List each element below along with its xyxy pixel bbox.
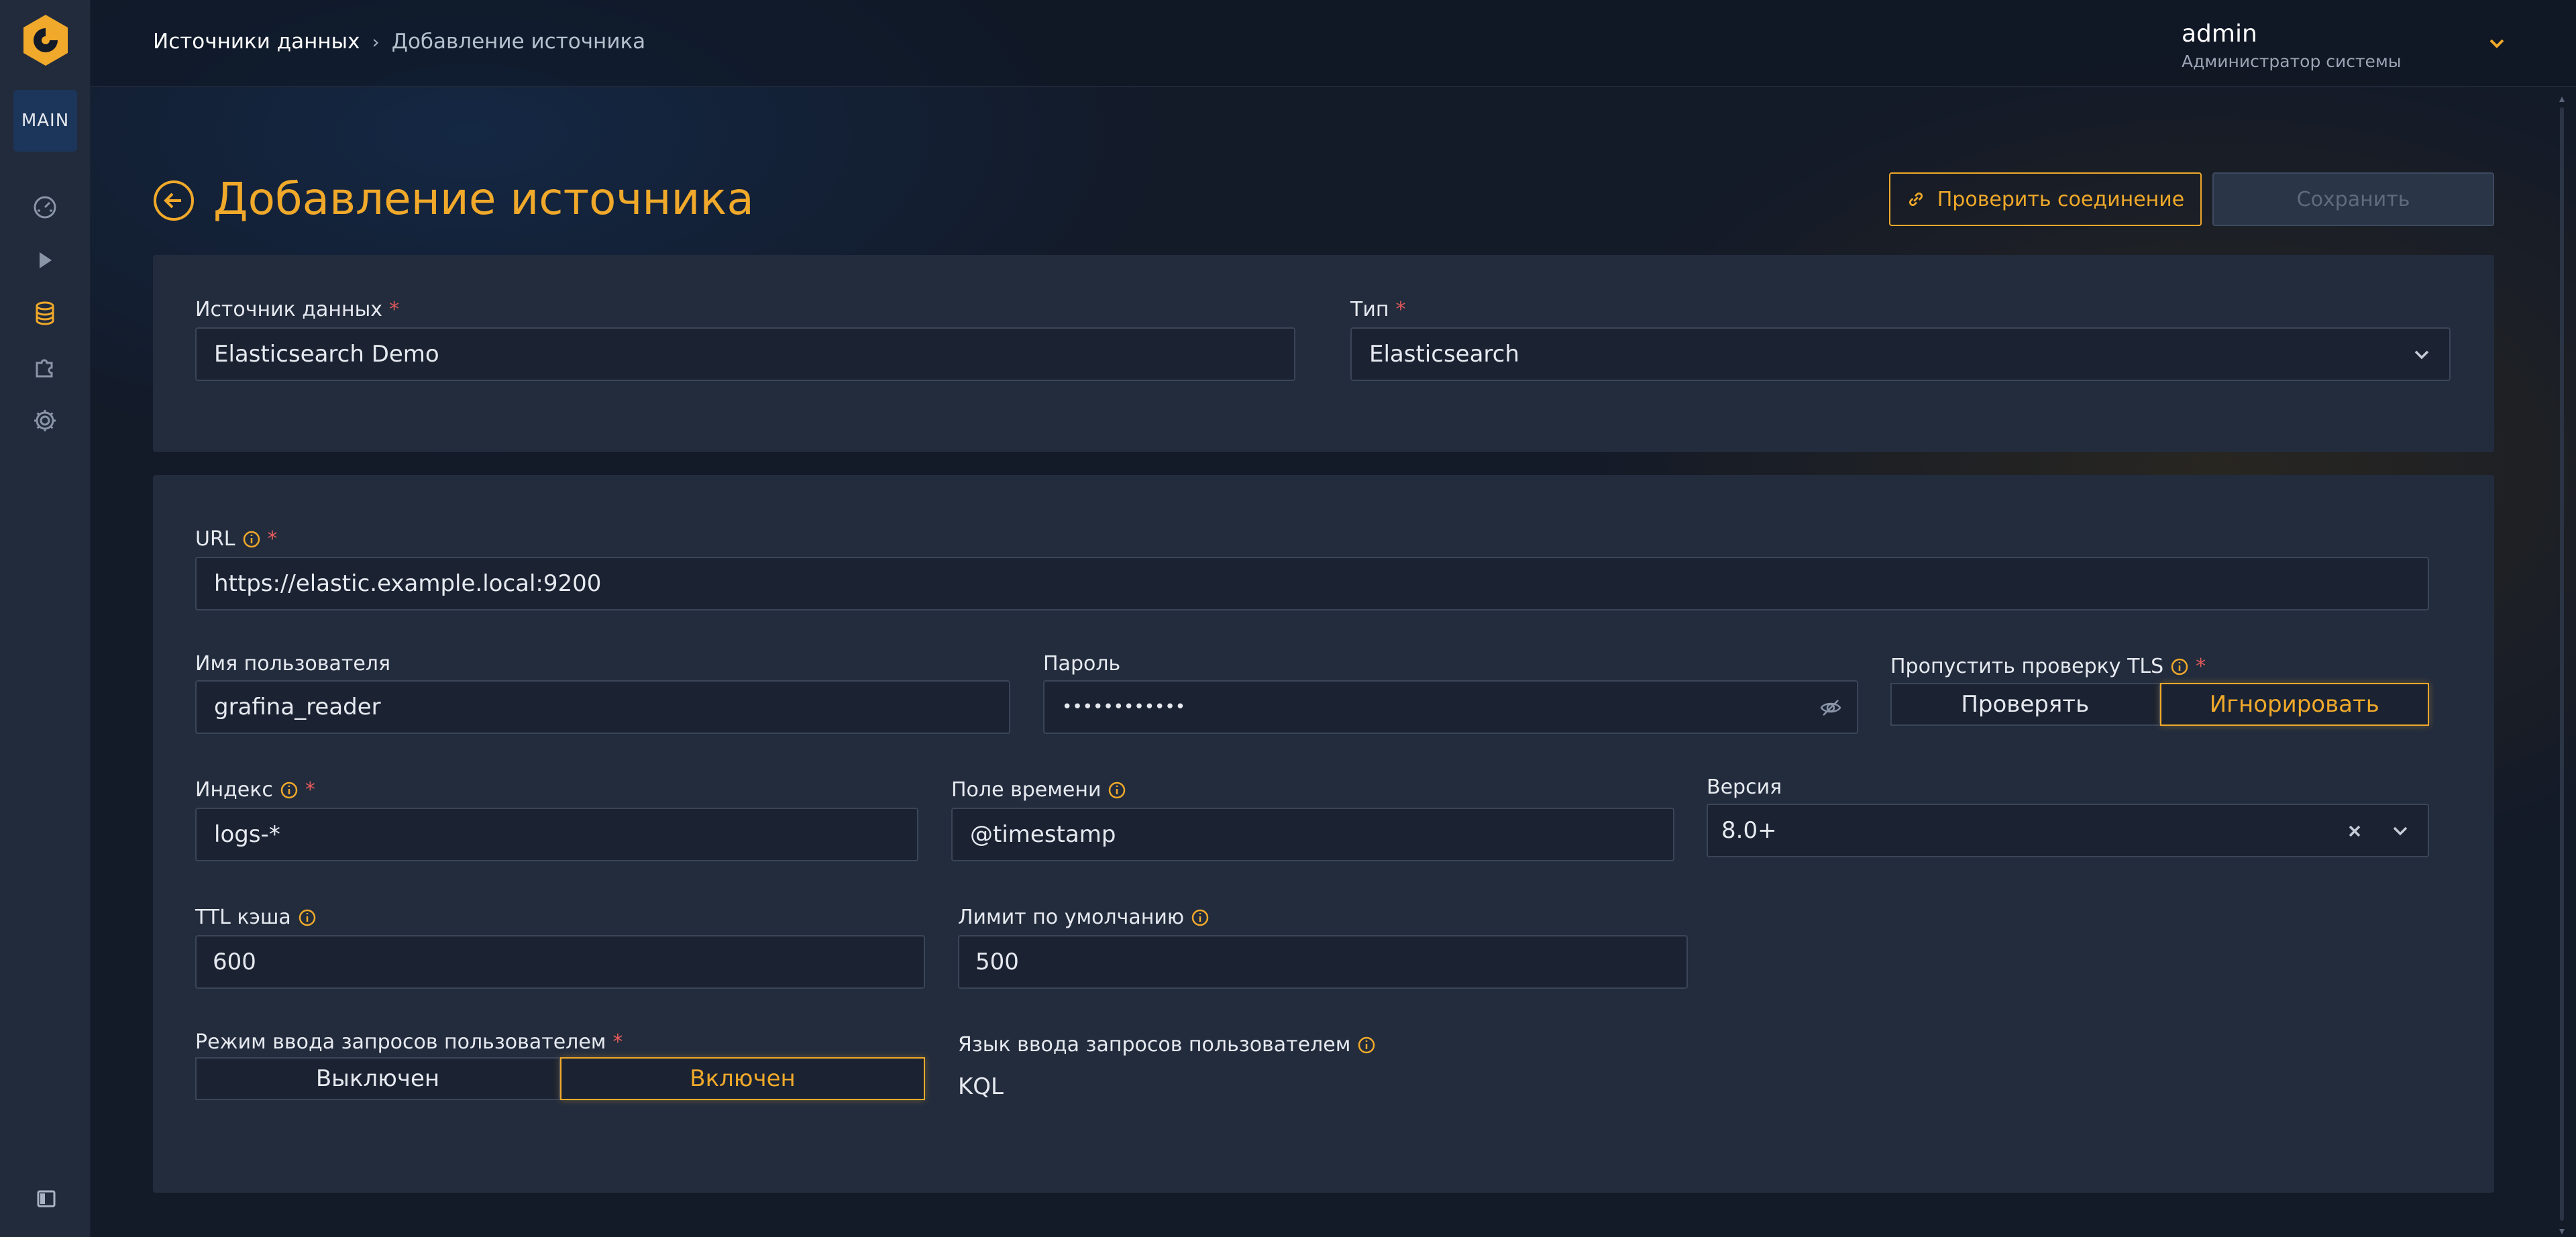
password-value: ••••••••••••: [1062, 697, 1186, 717]
page-title: Добавление источника: [213, 173, 754, 225]
timefield-label: Поле времени: [951, 778, 1126, 802]
connection-settings-panel: URL * https://elastic.example.local:9200…: [153, 475, 2494, 1193]
query-lang-value: KQL: [958, 1073, 1004, 1100]
version-select[interactable]: 8.0+: [1707, 804, 2429, 857]
info-icon: [299, 909, 316, 926]
username-label: Имя пользователя: [195, 652, 391, 676]
source-name-input[interactable]: Elasticsearch Demo: [195, 327, 1295, 381]
user-menu[interactable]: admin Администратор системы: [2182, 20, 2402, 71]
url-input[interactable]: https://elastic.example.local:9200: [195, 557, 2429, 610]
info-icon: [1358, 1036, 1375, 1053]
index-input[interactable]: logs-*: [195, 808, 918, 861]
dashboard-gauge-icon[interactable]: [30, 191, 60, 222]
app-logo[interactable]: [19, 13, 72, 67]
query-mode-label: Режим ввода запросов пользователем *: [195, 1030, 623, 1054]
limit-label: Лимит по умолчанию: [958, 906, 1210, 929]
user-role: Администратор системы: [2182, 52, 2402, 71]
limit-input[interactable]: 500: [958, 935, 1688, 989]
index-label: Индекс *: [195, 778, 315, 802]
check-connection-label: Проверить соединение: [1937, 187, 2185, 211]
info-icon: [2171, 658, 2188, 675]
timefield-input[interactable]: @timestamp: [951, 808, 1674, 861]
tls-label: Пропустить проверку TLS *: [1890, 655, 2206, 678]
sidebar-toggle-icon[interactable]: [36, 1189, 56, 1209]
ttl-label: TTL кэша: [195, 906, 317, 929]
page-scrollbar[interactable]: [2557, 94, 2567, 1237]
info-icon: [243, 531, 260, 547]
version-select-value: 8.0+: [1721, 817, 1777, 844]
check-connection-button[interactable]: Проверить соединение: [1889, 172, 2202, 226]
link-icon: [1909, 193, 1923, 206]
clear-x-icon[interactable]: [2343, 820, 2366, 843]
ttl-input[interactable]: 600: [195, 935, 925, 989]
source-label: Источник данных *: [195, 298, 400, 321]
main-workspace-badge[interactable]: MAIN: [13, 90, 77, 152]
tls-verify-option[interactable]: Проверять: [1890, 683, 2160, 726]
info-icon: [280, 782, 298, 798]
sidebar: MAIN: [0, 0, 91, 1237]
breadcrumb-separator: ›: [372, 30, 380, 53]
play-icon[interactable]: [30, 245, 60, 276]
chevron-down-icon[interactable]: [2485, 32, 2508, 55]
query-lang-label: Язык ввода запросов пользователем: [958, 1033, 1376, 1057]
chevron-down-icon[interactable]: [2389, 820, 2412, 843]
back-arrow-icon[interactable]: [153, 180, 195, 221]
password-input[interactable]: ••••••••••••: [1043, 680, 1858, 734]
info-icon: [1109, 782, 1126, 798]
query-mode-on-option[interactable]: Включен: [560, 1057, 925, 1100]
username-input[interactable]: grafina_reader: [195, 680, 1010, 734]
tls-ignore-option[interactable]: Игнорировать: [2159, 683, 2429, 726]
type-label: Тип *: [1350, 298, 1406, 321]
url-label: URL *: [195, 527, 278, 551]
tls-toggle-group: Проверять Игнорировать: [1890, 683, 2429, 726]
puzzle-plugin-icon[interactable]: [30, 352, 60, 382]
type-select-value: Elasticsearch: [1369, 341, 1519, 368]
eye-off-icon[interactable]: [1819, 696, 1842, 719]
type-select[interactable]: Elasticsearch: [1350, 327, 2451, 381]
breadcrumb-root-link[interactable]: Источники данных: [153, 30, 360, 54]
breadcrumb-current: Добавление источника: [391, 30, 646, 54]
version-label: Версия: [1707, 775, 1782, 799]
query-mode-toggle-group: Выключен Включен: [195, 1057, 925, 1100]
user-name: admin: [2182, 20, 2257, 48]
password-label: Пароль: [1043, 652, 1121, 676]
gear-icon[interactable]: [30, 405, 60, 436]
general-panel: Источник данных * Elasticsearch Demo Тип *…: [153, 255, 2494, 452]
query-mode-off-option[interactable]: Выключен: [195, 1057, 560, 1100]
database-icon[interactable]: [30, 298, 60, 329]
info-icon: [1191, 909, 1209, 926]
breadcrumb: Источники данных › Добавление источника: [153, 30, 645, 54]
chevron-down-icon: [2410, 343, 2433, 366]
save-button[interactable]: Сохранить: [2212, 172, 2494, 226]
